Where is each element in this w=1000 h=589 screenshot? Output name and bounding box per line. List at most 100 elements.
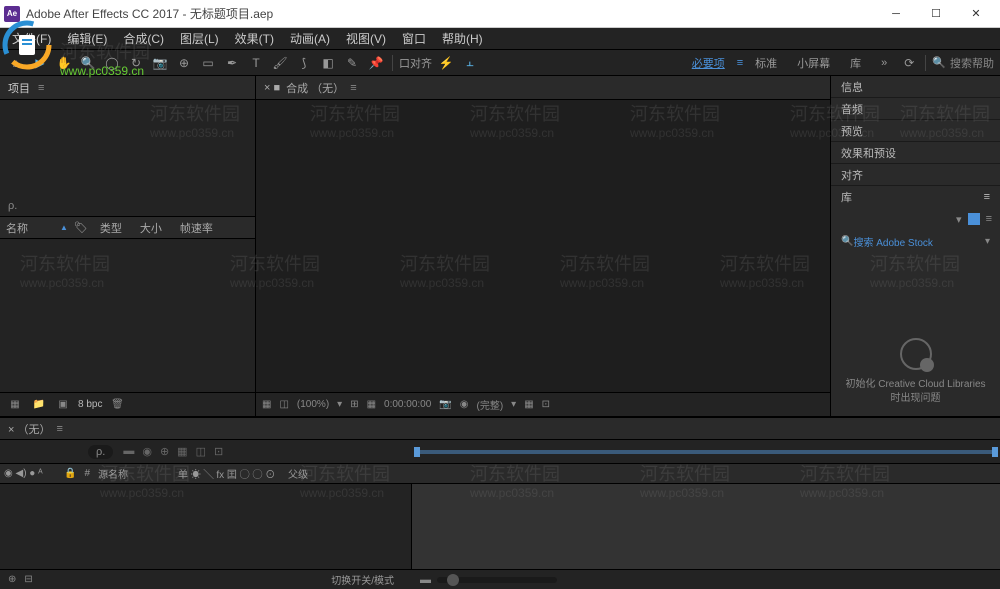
menu-file[interactable]: 文件(F) [4,30,59,47]
minimize-button[interactable]: ─ [876,2,916,26]
snap-toggle[interactable]: 口对齐 [399,55,432,71]
composition-viewer[interactable] [256,100,830,392]
project-bpc[interactable]: 8 bpc [78,399,102,410]
timeline-ruler[interactable] [412,440,1000,463]
puppet-tool-icon[interactable]: 📌 [366,53,386,73]
timeline-layer-list[interactable] [0,484,412,569]
menu-window[interactable]: 窗口 [394,30,434,47]
close-button[interactable]: ✕ [956,2,996,26]
snapshot-icon[interactable]: 📷 [439,399,451,410]
project-item-list[interactable] [0,239,255,392]
type-tool-icon[interactable]: T [246,53,266,73]
interpret-footage-icon[interactable]: ▦ [6,396,24,414]
transparency-icon[interactable]: ▦ [524,399,533,410]
menu-composition[interactable]: 合成(C) [115,30,172,47]
resolution-icon[interactable]: ▾ [337,399,342,410]
snap-options-icon[interactable]: ⚡ [436,53,456,73]
menu-effect[interactable]: 效果(T) [227,30,282,47]
rotation-tool-icon[interactable]: ↻ [126,53,146,73]
resolution-label[interactable]: (完整) [476,397,503,412]
draft3d-icon[interactable]: ◫ [196,445,206,458]
comp-marker-icon[interactable]: ◉ [142,445,152,458]
panel-menu-icon[interactable]: ≡ [56,423,62,435]
adobe-stock-search[interactable]: 🔍 搜索 Adobe Stock ▾ [831,230,1000,252]
new-comp-icon[interactable]: ▣ [54,396,72,414]
col-label-icon[interactable]: 🏷 [68,221,94,234]
panel-effects-presets[interactable]: 效果和预设 [831,142,1000,164]
col-source-name[interactable]: 源名称 [94,466,174,481]
panel-align[interactable]: 对齐 [831,164,1000,186]
library-label[interactable]: 库 [841,189,852,205]
maximize-button[interactable]: ☐ [916,2,956,26]
zoom-level[interactable]: (100%) [297,399,329,410]
camera-tool-icon[interactable]: 📷 [150,53,170,73]
list-view-icon[interactable]: ≡ [986,213,992,225]
help-search[interactable]: 🔍 搜索帮助 [932,55,994,71]
timeline-search[interactable]: ρ. [88,445,113,459]
new-folder-icon[interactable]: 📁 [30,396,48,414]
composition-tab[interactable]: × ■ 合成 （无） ≡ [256,76,830,100]
panel-preview[interactable]: 预览 [831,120,1000,142]
menu-view[interactable]: 视图(V) [338,30,394,47]
workspace-library[interactable]: 库 [842,55,869,71]
guides-icon[interactable]: ▦ [367,399,376,410]
selection-tool-icon[interactable]: ▶ [30,53,50,73]
graph-editor-icon[interactable]: ▦ [177,445,187,458]
pen-tool-icon[interactable]: ✒ [222,53,242,73]
home-icon[interactable]: ⌂ [6,53,26,73]
panel-menu-icon[interactable]: ≡ [350,82,356,94]
workspace-essential[interactable]: 必要项 [684,55,733,71]
workspace-small[interactable]: 小屏幕 [789,55,838,71]
3d-view-icon[interactable]: ⊡ [542,399,550,410]
panel-info[interactable]: 信息 [831,76,1000,98]
workspace-reset-icon[interactable]: ⟳ [899,53,919,73]
col-type[interactable]: 类型 [94,220,134,236]
shy-icon[interactable]: ▬ [123,445,134,458]
pan-behind-tool-icon[interactable]: ⊕ [174,53,194,73]
motion-blur-icon[interactable]: ⊕ [160,445,169,458]
dropdown-icon[interactable]: ▾ [985,236,990,247]
workspace-more-icon[interactable]: » [873,57,895,69]
work-area-bar[interactable] [416,450,996,454]
project-tab[interactable]: 项目 ≡ [0,76,255,100]
toggle-switch-modes[interactable]: 切换开关/模式 [331,572,394,587]
frame-blend-icon[interactable]: ⊡ [214,445,223,458]
menu-help[interactable]: 帮助(H) [434,30,491,47]
roi-icon[interactable]: ▾ [511,399,516,410]
timeline-tracks[interactable] [412,484,1000,569]
hand-tool-icon[interactable]: ✋ [54,53,74,73]
col-rate[interactable]: 帧速率 [174,220,219,236]
alpha-icon[interactable]: ◫ [279,399,288,410]
zoom-out-icon[interactable]: ▬ [420,574,431,586]
channel-icon[interactable]: ◉ [460,399,469,410]
clone-tool-icon[interactable]: ⟆ [294,53,314,73]
roto-tool-icon[interactable]: ✎ [342,53,362,73]
toggle-modes-icon[interactable]: ⊟ [24,574,32,585]
toggle-switches-icon[interactable]: ⊕ [8,574,16,585]
panel-menu-icon[interactable]: ≡ [38,82,44,94]
magnification-icon[interactable]: ▦ [262,399,271,410]
grid-view-icon[interactable] [968,213,980,225]
panel-audio[interactable]: 音频 [831,98,1000,120]
orbit-tool-icon[interactable]: ◯ [102,53,122,73]
zoom-tool-icon[interactable]: 🔍 [78,53,98,73]
snap-magnet-icon[interactable]: ⫠ [460,53,480,73]
panel-menu-icon[interactable]: ≡ [984,191,990,203]
col-name[interactable]: 名称 [0,220,60,236]
grid-icon[interactable]: ⊞ [350,399,358,410]
timeline-tab[interactable]: × （无） ≡ [0,418,1000,440]
library-dropdown-icon[interactable]: ▾ [956,213,962,226]
shape-tool-icon[interactable]: ▭ [198,53,218,73]
timeline-zoom-slider[interactable] [437,577,557,583]
current-time[interactable]: 0:00:00:00 [384,399,431,410]
project-search[interactable]: ρ. [0,195,255,217]
timeline-time-ruler[interactable] [412,464,1000,483]
menu-layer[interactable]: 图层(L) [172,30,227,47]
col-size[interactable]: 大小 [134,220,174,236]
menu-animation[interactable]: 动画(A) [282,30,338,47]
brush-tool-icon[interactable]: 🖌 [270,53,290,73]
delete-icon[interactable]: 🗑 [108,396,126,414]
menu-edit[interactable]: 编辑(E) [59,30,115,47]
eraser-tool-icon[interactable]: ◧ [318,53,338,73]
workspace-standard[interactable]: 标准 [747,55,785,71]
